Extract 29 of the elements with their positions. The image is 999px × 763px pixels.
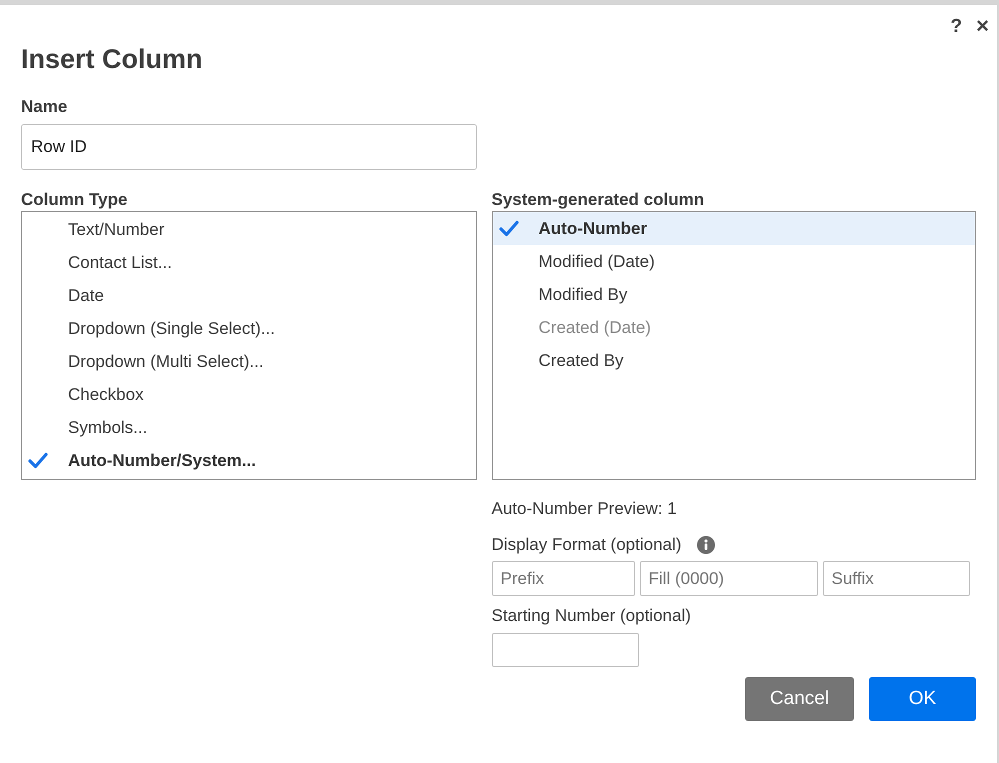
system-column-label: System-generated column (492, 189, 704, 211)
auto-number-preview: Auto-Number Preview: 1 (492, 498, 677, 520)
column-type-option[interactable]: Symbols... (22, 411, 476, 444)
starting-number-label: Starting Number (optional) (492, 605, 691, 627)
column-type-option[interactable]: Dropdown (Single Select)... (22, 312, 476, 345)
system-column-option[interactable]: Modified (Date) (492, 245, 975, 278)
format-input-field[interactable]: Fill (0000) (640, 561, 818, 596)
starting-number-input-field[interactable] (492, 633, 639, 667)
system-column-option[interactable]: Modified By (492, 278, 975, 311)
ok-button[interactable]: OK (869, 677, 976, 721)
system-column-option[interactable]: Auto-Number (492, 212, 975, 245)
column-type-option[interactable]: Checkbox (22, 378, 476, 411)
dialog-title: Insert Column (21, 43, 203, 76)
name-label: Name (21, 96, 68, 118)
column-type-label: Column Type (21, 189, 128, 211)
column-type-option[interactable]: Text/Number (22, 213, 476, 246)
display-format-label: Display Format (optional) (492, 534, 682, 556)
format-input-field[interactable]: Suffix (822, 561, 970, 596)
format-input-field[interactable]: Prefix (492, 561, 635, 596)
column-type-option[interactable]: Date (22, 279, 476, 312)
help-button[interactable]: ? (950, 16, 962, 36)
column-type-option[interactable]: Dropdown (Multi Select)... (22, 345, 476, 378)
column-type-option[interactable]: Auto-Number/System... (22, 444, 476, 477)
name-input-field[interactable]: Row ID (21, 124, 477, 170)
system-column-option[interactable]: Created By (492, 344, 975, 377)
column-type-option[interactable]: Contact List... (22, 246, 476, 279)
close-button[interactable]: × (976, 15, 989, 37)
cancel-button[interactable]: Cancel (745, 677, 854, 721)
info-icon[interactable] (697, 536, 716, 554)
